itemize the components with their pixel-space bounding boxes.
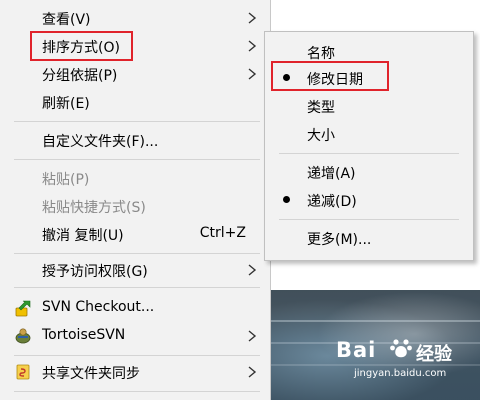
chevron-right-icon bbox=[248, 40, 257, 52]
chevron-right-icon bbox=[248, 330, 257, 342]
submenu-separator bbox=[279, 153, 459, 154]
submenu-item-label: 大小 bbox=[307, 128, 335, 144]
chevron-right-icon bbox=[248, 366, 257, 378]
submenu-separator bbox=[279, 219, 459, 220]
menu-item-label: 刷新(E) bbox=[42, 96, 90, 112]
menu-item-group-by[interactable]: 分组依据(P) bbox=[0, 61, 270, 87]
submenu-item-more[interactable]: 更多(M)... bbox=[265, 225, 473, 251]
submenu-item-descending[interactable]: 递减(D) bbox=[265, 187, 473, 213]
context-menu: 查看(V) 排序方式(O) 分组依据(P) 刷新(E) 自定义文件夹(F)...… bbox=[0, 0, 271, 400]
watermark-url: jingyan.baidu.com bbox=[354, 368, 447, 379]
submenu-item-label: 类型 bbox=[307, 100, 335, 116]
tortoise-icon bbox=[15, 328, 31, 344]
menu-separator bbox=[14, 287, 260, 288]
watermark-logo: Bai bbox=[336, 338, 377, 362]
menu-item-label: 粘贴快捷方式(S) bbox=[42, 200, 146, 216]
submenu-item-label: 名称 bbox=[307, 46, 335, 62]
menu-separator bbox=[14, 159, 260, 160]
menu-item-paste: 粘贴(P) bbox=[0, 165, 270, 191]
menu-item-refresh[interactable]: 刷新(E) bbox=[0, 89, 270, 115]
menu-item-undo-copy[interactable]: 撤消 复制(U) Ctrl+Z bbox=[0, 221, 270, 247]
sort-submenu: 名称 修改日期 类型 大小 递增(A) 递减(D) 更多(M)... bbox=[264, 31, 474, 261]
menu-separator bbox=[14, 391, 260, 392]
menu-separator bbox=[14, 121, 260, 122]
menu-item-shared-folder-sync[interactable]: 共享文件夹同步 bbox=[0, 359, 270, 385]
shared-folder-sync-icon bbox=[16, 364, 30, 380]
submenu-item-label: 递增(A) bbox=[307, 166, 356, 182]
menu-separator bbox=[14, 253, 260, 254]
menu-item-customize-folder[interactable]: 自定义文件夹(F)... bbox=[0, 127, 270, 153]
menu-item-label: SVN Checkout... bbox=[42, 299, 155, 315]
submenu-item-label: 更多(M)... bbox=[307, 232, 372, 248]
submenu-item-size[interactable]: 大小 bbox=[265, 121, 473, 147]
menu-item-label: 共享文件夹同步 bbox=[42, 366, 140, 382]
menu-separator bbox=[14, 355, 260, 356]
menu-item-view[interactable]: 查看(V) bbox=[0, 5, 270, 31]
menu-item-label: TortoiseSVN bbox=[42, 327, 126, 343]
chevron-right-icon bbox=[248, 264, 257, 276]
watermark-suffix: 经验 bbox=[416, 344, 452, 365]
menu-item-tortoisesvn[interactable]: TortoiseSVN bbox=[0, 323, 270, 349]
svn-checkout-icon bbox=[15, 300, 31, 317]
menu-item-label: 查看(V) bbox=[42, 12, 91, 28]
submenu-item-ascending[interactable]: 递增(A) bbox=[265, 159, 473, 185]
paw-icon bbox=[390, 339, 412, 358]
menu-item-svn-checkout[interactable]: SVN Checkout... bbox=[0, 295, 270, 321]
menu-item-label: 自定义文件夹(F)... bbox=[42, 134, 159, 150]
baidu-jingyan-watermark: Bai 经验 jingyan.baidu.com bbox=[336, 338, 476, 388]
chevron-right-icon bbox=[248, 12, 257, 24]
chevron-right-icon bbox=[248, 68, 257, 80]
menu-item-label: 粘贴(P) bbox=[42, 172, 90, 188]
submenu-item-label: 递减(D) bbox=[307, 194, 357, 210]
menu-item-paste-shortcut: 粘贴快捷方式(S) bbox=[0, 193, 270, 219]
sort-by-highlight-box bbox=[30, 31, 133, 61]
menu-item-label: 分组依据(P) bbox=[42, 68, 118, 84]
menu-item-shortcut: Ctrl+Z bbox=[199, 225, 246, 241]
menu-item-label: 撤消 复制(U) bbox=[42, 228, 124, 244]
submenu-item-type[interactable]: 类型 bbox=[265, 93, 473, 119]
selected-bullet-icon bbox=[283, 196, 290, 203]
menu-item-label: 授予访问权限(G) bbox=[42, 264, 148, 280]
date-modified-highlight-box bbox=[271, 61, 389, 91]
menu-item-grant-access[interactable]: 授予访问权限(G) bbox=[0, 257, 270, 283]
